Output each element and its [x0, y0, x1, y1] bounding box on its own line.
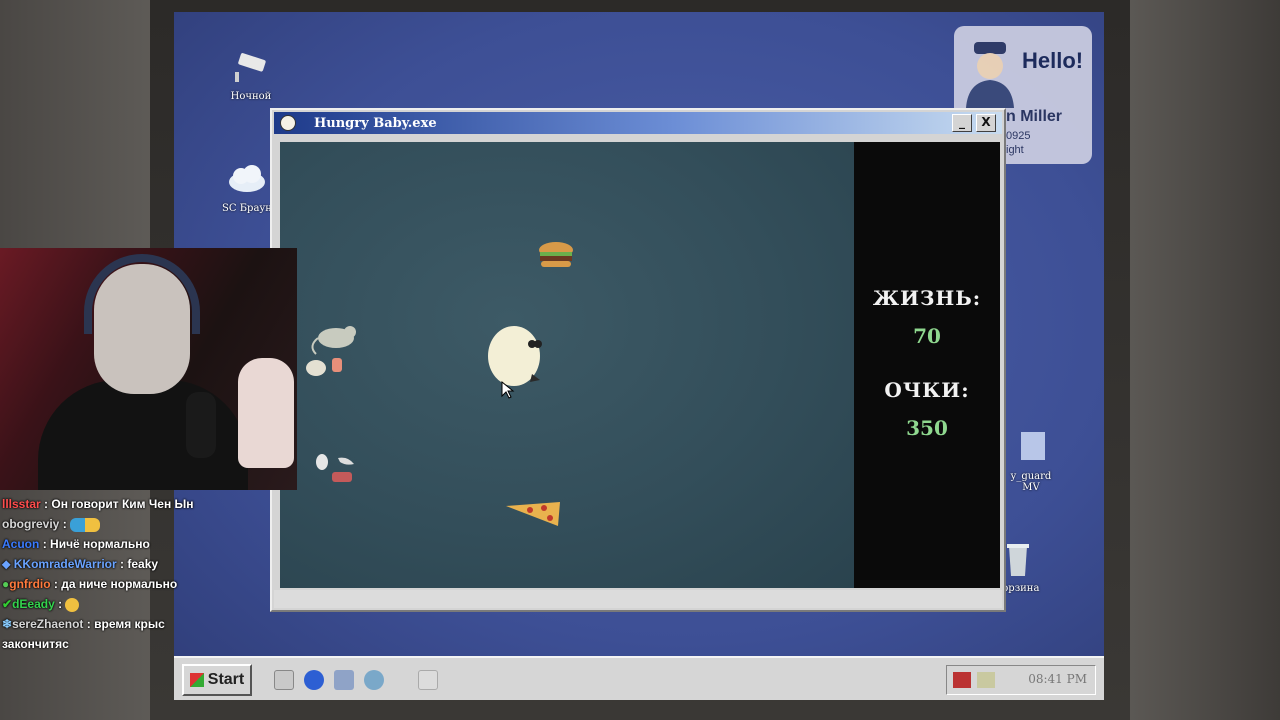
score-label: ОЧКИ: [884, 378, 970, 402]
chat-text: feaky [127, 557, 159, 571]
close-button[interactable]: X [976, 114, 996, 132]
desktop-icon-label: Ночной [230, 91, 272, 102]
guard-number: 0925 [1006, 130, 1031, 142]
chat-text: да ниче нормально [61, 577, 178, 591]
retro-desktop: Ночной SC Браун y_guard MV Корзина Hello… [174, 12, 1104, 700]
badge-icon: ❄ [2, 617, 13, 631]
taskbar-clock: 08:41 PM [1028, 672, 1087, 686]
chat-username: sereZhaenot [12, 617, 84, 631]
chat-text: закончитяс [2, 637, 69, 651]
system-tray: 08:41 PM [946, 665, 1096, 695]
chat-text: Ничё нормально [50, 537, 150, 551]
chat-message: Acuon : Ничё нормально [2, 534, 262, 554]
apple-core-icon [306, 358, 342, 376]
chat-separator: : [53, 577, 58, 591]
burger-icon [539, 242, 573, 267]
hud-panel: ЖИЗНЬ: 70 ОЧКИ: 350 [854, 142, 1000, 588]
start-label: Start [207, 671, 245, 688]
chat-message: obogreviy : [2, 514, 262, 534]
security-camera-icon [235, 53, 266, 82]
window-title-bar[interactable]: Hungry Baby.exe _ X [274, 112, 1002, 134]
chat-username: Acuon [2, 537, 40, 551]
chat-separator: : [62, 517, 67, 531]
rat-icon [311, 326, 356, 355]
help-icon[interactable] [364, 670, 384, 690]
headset-icon [84, 254, 200, 334]
chat-separator: : [44, 497, 49, 511]
desktop-icon-label: MV [1022, 482, 1040, 493]
folder-icon[interactable] [977, 672, 995, 688]
cloud-icon [229, 165, 265, 192]
chat-text: время крыс [94, 617, 165, 631]
notepad-icon[interactable] [274, 670, 294, 690]
window-status-bar [274, 590, 1002, 608]
streamer-body [38, 380, 248, 490]
calendar-icon[interactable] [953, 672, 971, 688]
baby-icon [488, 326, 542, 386]
badge-icon: ⬥ [2, 557, 11, 571]
chat-username: obogreviy [2, 517, 60, 531]
chat-username: dEeady [12, 597, 55, 611]
plush-toy [238, 358, 294, 468]
network-icon[interactable] [334, 670, 354, 690]
guard-shift: ight [1006, 144, 1024, 156]
window-title: Hungry Baby.exe [314, 115, 437, 131]
start-button[interactable]: Start [182, 664, 252, 696]
desktop-icon-guard[interactable]: y_guard MV [996, 430, 1066, 493]
chat-separator: : [42, 537, 47, 551]
chat-message: ✔dEeady : [2, 594, 262, 614]
badge-icon: ✔ [2, 597, 13, 611]
browser-icon[interactable] [304, 670, 324, 690]
taskbar: Start 08:41 PM [174, 656, 1104, 700]
desktop-icon-label: y_guard [1010, 471, 1052, 482]
microphone-icon [186, 392, 216, 458]
chat-message: ❄sereZhaenot : время крыс [2, 614, 262, 634]
game-canvas[interactable] [280, 142, 854, 588]
chat-separator: : [86, 617, 91, 631]
file-icon [1021, 432, 1045, 460]
chat-message: ●gnfrdio : да ниче нормально [2, 574, 262, 594]
minimize-button[interactable]: _ [952, 114, 972, 132]
hungry-baby-window[interactable]: Hungry Baby.exe _ X ЖИЗНЬ: 70 ОЧКИ: 350 [270, 108, 1006, 612]
stream-frame: Ночной SC Браун y_guard MV Корзина Hello… [0, 0, 1280, 720]
score-value: 350 [906, 416, 948, 440]
emote-icon [70, 517, 101, 532]
life-label: ЖИЗНЬ: [872, 286, 982, 310]
guard-name: n Miller [1006, 108, 1063, 125]
chat-message: ⬥ KKomradeWarrior : feaky [2, 554, 262, 574]
pizza-icon [506, 502, 560, 526]
chat-message: закончитяс [2, 634, 262, 654]
windows-logo-icon [189, 673, 204, 687]
chat-separator: : [120, 557, 125, 571]
life-value: 70 [913, 324, 941, 348]
greeting-text: Hello! [1022, 48, 1084, 73]
chat-separator: : [58, 597, 63, 611]
chat-username: lllsstar [2, 497, 41, 511]
chat-message: lllsstar : Он говорит Ким Чен Ын [2, 494, 262, 514]
task-button-icon[interactable] [418, 670, 438, 690]
chat-username: KKomradeWarrior [13, 557, 117, 571]
chat-username: gnfrdio [9, 577, 51, 591]
desktop-icon-camera[interactable]: Ночной [216, 50, 286, 102]
emote-icon [65, 597, 80, 612]
chat-text: Он говорит Ким Чен Ын [51, 497, 194, 511]
game-scene [306, 242, 573, 526]
chat-overlay: lllsstar : Он говорит Ким Чен Ын obogrev… [2, 494, 262, 654]
webcam-overlay [0, 248, 297, 490]
fish-bone-icon [316, 454, 354, 482]
guard-avatar-icon [966, 42, 1014, 108]
app-icon [280, 115, 296, 131]
